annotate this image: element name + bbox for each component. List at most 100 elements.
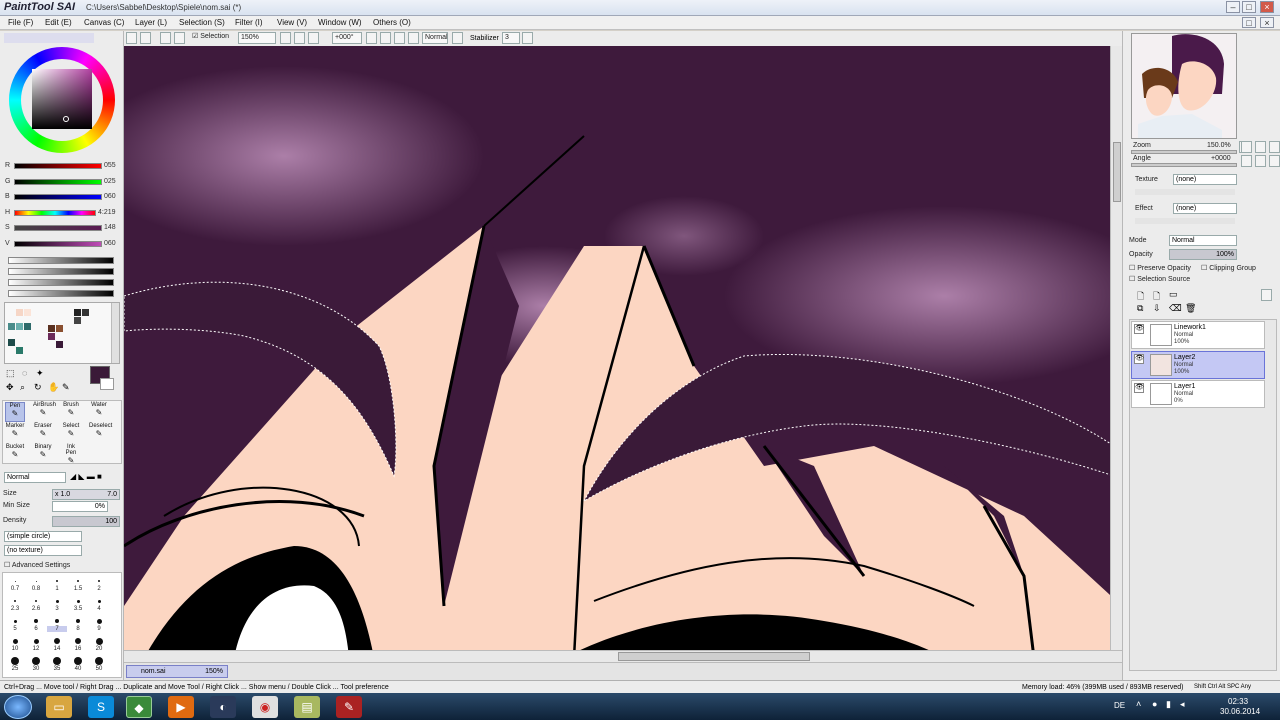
menu-canvas[interactable]: Canvas (C) (84, 18, 124, 27)
brush-size-preset[interactable] (55, 599, 59, 603)
menu-layer[interactable]: Layer (L) (135, 18, 167, 27)
brush-size-preset[interactable] (76, 599, 80, 603)
menu-window[interactable]: Window (W) (318, 18, 362, 27)
copy-layer-icon[interactable]: ⧉ (1137, 303, 1143, 314)
rotate-right-button[interactable] (380, 32, 391, 44)
layer-item-layer2[interactable]: 👁 Layer2 Normal 100% (1131, 351, 1265, 379)
skype-icon[interactable]: S (88, 696, 114, 718)
swatch[interactable] (74, 317, 81, 324)
tool-brush[interactable]: Brush ✎ (61, 402, 81, 422)
swatch-scrollbar[interactable] (111, 303, 119, 363)
nav-angle-slider[interactable] (1131, 163, 1237, 167)
nav-zoom-slider[interactable] (1131, 150, 1237, 154)
gray-ramp-3[interactable] (8, 279, 114, 286)
gray-ramp-2[interactable] (8, 268, 114, 275)
blend-mode-dropdown[interactable] (452, 32, 463, 44)
swatch[interactable] (82, 309, 89, 316)
slider-b[interactable] (14, 194, 102, 200)
gray-ramp-4[interactable] (8, 290, 114, 297)
brush-size-preset[interactable] (53, 657, 61, 665)
brush-size-preset[interactable] (14, 580, 16, 582)
doc-maximize-button[interactable]: □ (1242, 17, 1256, 28)
canvas-vertical-scrollbar[interactable] (1110, 46, 1122, 650)
layer-item-linework1[interactable]: 👁 Linework1 Normal 100% (1131, 321, 1265, 349)
swatch[interactable] (24, 309, 31, 316)
brush-size-preset[interactable] (35, 580, 37, 582)
brush-size-preset[interactable] (97, 599, 101, 603)
brush-shape-select[interactable]: (simple circle) (4, 531, 82, 542)
brush-size-preset[interactable] (95, 657, 103, 665)
layer-visibility-icon[interactable]: 👁 (1134, 383, 1144, 393)
brush-size-preset[interactable] (35, 600, 37, 602)
menu-edit[interactable]: Edit (E) (45, 18, 72, 27)
undo-button[interactable] (126, 32, 137, 44)
slider-h-value[interactable]: 4:219 (98, 209, 116, 216)
tool-deselect[interactable]: Deselect ✎ (89, 423, 112, 443)
swatch[interactable] (56, 341, 63, 348)
secondary-color-swatch[interactable] (100, 378, 114, 390)
painttool-sai-taskbar-icon[interactable]: ✎ (336, 696, 362, 718)
slider-r[interactable] (14, 163, 102, 169)
layer-visibility-icon[interactable]: 👁 (1134, 324, 1144, 334)
color-picker-cursor[interactable] (63, 116, 69, 122)
layer-item-layer1[interactable]: 👁 Layer1 Normal 0% (1131, 380, 1265, 408)
eyedropper-icon[interactable]: ✎ (62, 382, 70, 393)
layer-effect-select[interactable]: (none) (1173, 203, 1237, 214)
media-center-icon[interactable]: ◐ (210, 696, 236, 718)
select-all-button[interactable] (160, 32, 171, 44)
slider-r-value[interactable]: 055 (104, 162, 116, 169)
swatch[interactable] (16, 347, 23, 354)
doc-close-button[interactable]: × (1260, 17, 1274, 28)
brush-size-preset[interactable] (74, 657, 82, 665)
new-folder-icon[interactable]: ▭ (1169, 289, 1178, 300)
slider-v-value[interactable]: 060 (104, 240, 116, 247)
brush-size-preset[interactable] (75, 638, 81, 644)
blend-mode-select[interactable]: Normal (422, 32, 448, 44)
gray-ramp-1[interactable] (8, 257, 114, 264)
zoom-tool-icon[interactable]: ⌕ (20, 382, 25, 393)
merge-down-icon[interactable]: ⇩ (1153, 303, 1161, 314)
maximize-button[interactable]: □ (1242, 1, 1256, 13)
slider-g[interactable] (14, 179, 102, 185)
delete-layer-icon[interactable]: 🗑 (1185, 303, 1196, 314)
tool-airbrush[interactable]: AirBrush ✎ (33, 402, 56, 422)
brush-size-preset[interactable] (33, 638, 39, 644)
brush-size-preset[interactable] (95, 637, 103, 645)
clock-date[interactable]: 30.06.2014 (1220, 707, 1260, 716)
brush-mode-select[interactable]: Normal (4, 472, 66, 483)
tool-select[interactable]: Select ✎ (61, 423, 81, 443)
swatch[interactable] (48, 333, 55, 340)
tool-eraser[interactable]: Eraser ✎ (33, 423, 53, 443)
input-language[interactable]: DE (1114, 701, 1125, 710)
rotate-left-button[interactable] (366, 32, 377, 44)
brush-size-preset[interactable] (76, 619, 80, 623)
swatch[interactable] (16, 309, 23, 316)
menu-selection[interactable]: Selection (S) (179, 18, 225, 27)
notes-app-icon[interactable]: ▤ (294, 696, 320, 718)
tool-water[interactable]: Water ✎ (89, 402, 109, 422)
brush-size-preset[interactable] (98, 580, 100, 582)
canvas-horizontal-scrollbar[interactable] (124, 650, 1122, 662)
marquee-icon[interactable]: ⬚ (6, 368, 15, 379)
tray-volume-icon[interactable]: ◂ (1180, 699, 1185, 710)
brush-size-preset[interactable] (32, 657, 40, 665)
chrome-icon[interactable]: ◉ (252, 696, 278, 718)
brush-size-preset[interactable] (55, 619, 59, 623)
rotate-tool-icon[interactable]: ↻ (34, 382, 42, 393)
menu-view[interactable]: View (V) (277, 18, 307, 27)
lasso-icon[interactable]: ◌ (22, 368, 27, 378)
swatch[interactable] (8, 339, 15, 346)
slider-v[interactable] (14, 241, 102, 247)
tool-marker[interactable]: Marker ✎ (5, 423, 25, 443)
tray-network-icon[interactable]: ▮ (1166, 699, 1171, 710)
vertical-scroll-thumb[interactable] (1113, 142, 1121, 202)
close-button[interactable]: × (1260, 1, 1274, 13)
rotation-field[interactable]: +000° (332, 32, 362, 44)
clipping-group-checkbox[interactable]: ☐ Clipping Group (1201, 264, 1256, 272)
layer-texture-select[interactable]: (none) (1173, 174, 1237, 185)
layer-mode-select[interactable]: Normal (1169, 235, 1237, 246)
minimize-button[interactable]: – (1226, 1, 1240, 13)
layer-visibility-icon[interactable]: 👁 (1134, 354, 1144, 364)
brush-size-preset[interactable] (14, 600, 16, 602)
density-slider[interactable]: 100 (52, 516, 120, 527)
